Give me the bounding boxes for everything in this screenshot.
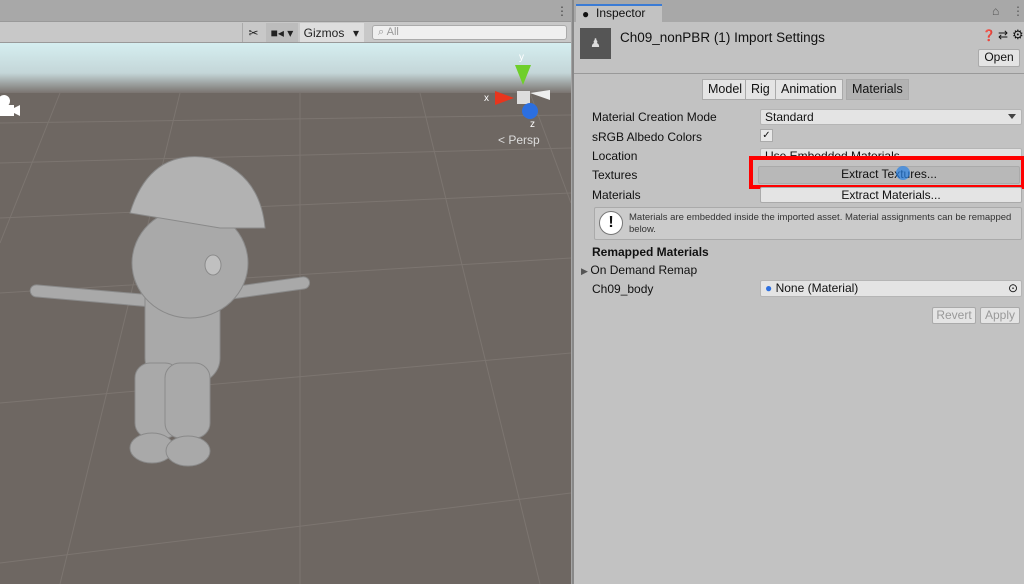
tab-rig[interactable]: Rig	[745, 79, 776, 100]
tools-icon[interactable]: ✂	[242, 23, 264, 42]
srgb-checkbox[interactable]: ✓	[760, 129, 773, 142]
gear-icon[interactable]: ⚙	[1012, 27, 1024, 43]
scene-toolbar: ✂ ■◂ ▾ Gizmos ▾ ⌕ All	[0, 22, 571, 43]
tab-animation[interactable]: Animation	[775, 79, 843, 100]
material-creation-mode-dropdown[interactable]: Standard	[760, 109, 1022, 125]
inspector-panel: ● Inspector ⌂ ⋮ ♟ Ch09_nonPBR (1) Import …	[572, 0, 1024, 584]
gizmo-center[interactable]	[517, 91, 530, 104]
on-demand-remap-foldout[interactable]: ▶ On Demand Remap	[581, 263, 697, 277]
tab-materials[interactable]: Materials	[846, 79, 909, 100]
scene-search-input[interactable]: ⌕ All	[372, 25, 567, 40]
material-creation-mode-label: Material Creation Mode	[592, 110, 717, 124]
scene-tab-bar: ⋮	[0, 0, 571, 22]
inspector-title: Ch09_nonPBR (1) Import Settings	[620, 30, 825, 45]
lock-icon[interactable]: ⌂	[992, 4, 999, 18]
info-box: ! Materials are embedded inside the impo…	[594, 207, 1022, 240]
gizmo-y-label: y	[519, 52, 524, 63]
triangle-right-icon: ▶	[581, 266, 591, 276]
sky	[0, 43, 571, 93]
textures-label: Textures	[592, 168, 638, 182]
camera-icon: ■◂ ▾	[270, 25, 294, 40]
tab-model[interactable]: Model	[702, 79, 749, 100]
scene-view[interactable]: ⋮ ✂ ■◂ ▾ Gizmos ▾ ⌕ All y x z < Persp	[0, 0, 571, 584]
tab-inspector[interactable]: ● Inspector	[576, 4, 662, 22]
gizmos-button[interactable]: Gizmos	[300, 23, 348, 42]
scene-viewport[interactable]: y x z < Persp	[0, 43, 571, 584]
apply-button[interactable]: Apply	[980, 307, 1020, 324]
revert-button[interactable]: Revert	[932, 307, 976, 324]
gizmo-z-axis[interactable]	[522, 103, 538, 119]
more-options-icon[interactable]: ⋮	[1012, 4, 1024, 18]
info-message: Materials are embedded inside the import…	[629, 212, 1012, 235]
object-picker-icon[interactable]: ⊙	[1008, 281, 1018, 295]
cursor-indicator	[896, 166, 910, 180]
location-label: Location	[592, 149, 638, 163]
warning-icon: !	[599, 211, 623, 235]
gizmos-dropdown[interactable]: ▾	[348, 23, 364, 42]
materials-label: Materials	[592, 188, 641, 202]
projection-label[interactable]: < Persp	[498, 133, 540, 147]
help-icon[interactable]: ❓	[982, 29, 996, 42]
inspector-tab-bar: ● Inspector ⌂ ⋮	[574, 0, 1024, 22]
asset-thumbnail: ♟	[580, 28, 611, 59]
more-options-icon[interactable]: ⋮	[556, 4, 568, 18]
ch09-body-label: Ch09_body	[592, 282, 654, 296]
search-icon: ⌕	[378, 26, 387, 38]
preset-icon[interactable]: ⇄	[998, 28, 1008, 42]
scene-canvas: y x z < Persp	[0, 43, 571, 584]
info-icon: ●	[582, 7, 590, 21]
gizmo-z-label: z	[530, 119, 535, 130]
chevron-down-icon	[1008, 114, 1016, 119]
highlight-box	[749, 156, 1024, 189]
remapped-materials-header: Remapped Materials	[592, 245, 709, 259]
srgb-label: sRGB Albedo Colors	[592, 130, 703, 144]
ch09-body-material-field[interactable]: ● None (Material) ⊙	[760, 280, 1022, 297]
camera-dropdown[interactable]: ■◂ ▾	[266, 23, 298, 42]
divider	[574, 73, 1024, 74]
gizmo-x-label: x	[484, 93, 489, 104]
material-icon: ●	[765, 281, 776, 295]
ground-plane	[0, 93, 571, 584]
extract-materials-button[interactable]: Extract Materials...	[760, 187, 1022, 203]
open-button[interactable]: Open	[978, 49, 1020, 67]
